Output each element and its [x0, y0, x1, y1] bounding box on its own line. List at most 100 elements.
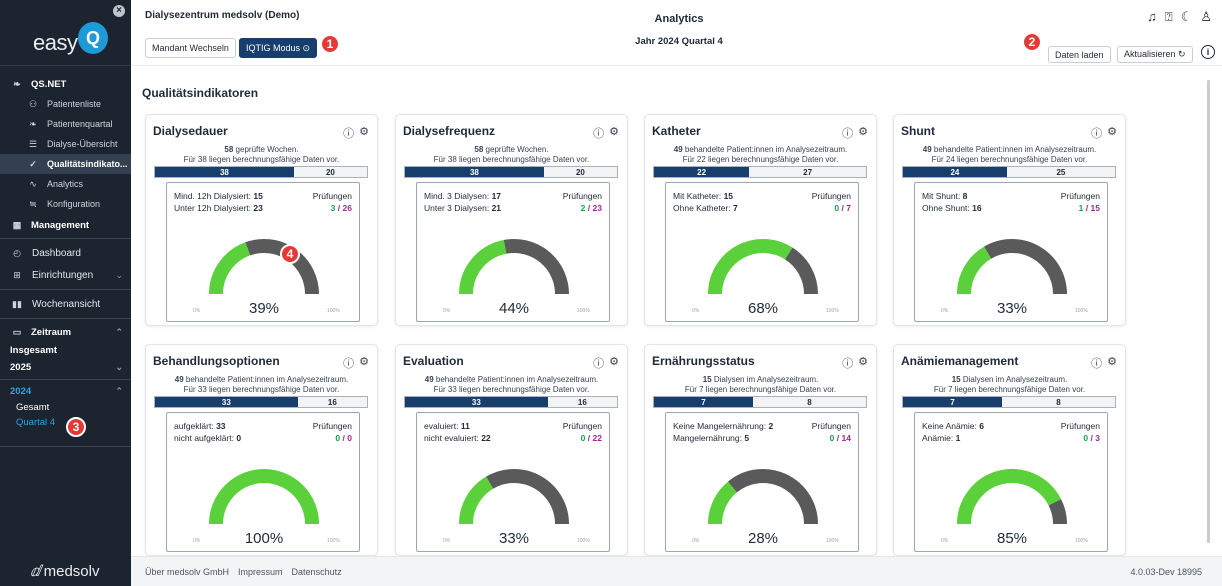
period-insgesamt[interactable]: Insgesamt: [0, 342, 131, 359]
close-sidebar-icon[interactable]: ×: [113, 5, 125, 17]
settings-icon[interactable]: ⚙: [858, 125, 868, 141]
settings-icon[interactable]: ⚙: [359, 125, 369, 141]
detail-label: Unter 12h Dialysiert:: [174, 203, 252, 213]
pruefungen-done: 0: [335, 433, 341, 443]
card-summary-line: 49 behandelte Patient:innen im Analyseze…: [396, 375, 627, 384]
indicator-card: Dialysefrequenz ⓘ ⚙ 58 geprüfte Wochen. …: [395, 114, 628, 326]
card-summary-count: 58: [224, 145, 234, 154]
detail-label: Mind. 12h Dialysiert:: [174, 191, 252, 201]
settings-icon[interactable]: ⚙: [1107, 125, 1117, 141]
info-icon[interactable]: ⓘ: [593, 125, 604, 141]
chevron-up-icon: ⌃: [115, 326, 123, 337]
user-icon[interactable]: ♙: [1200, 9, 1212, 25]
pruefungen-total: 3: [1095, 433, 1100, 443]
medsolv-logo-icon: ⅆ: [30, 563, 41, 580]
main-content: Qualitätsindikatoren Dialysedauer ⓘ ⚙ 58…: [131, 66, 1222, 556]
pruefungen-value: 2 / 23: [580, 203, 602, 213]
card-summary-text: behandelte Patient:innen im Analysezeitr…: [931, 145, 1097, 154]
info-icon[interactable]: ⓘ: [343, 355, 354, 371]
card-data-line: Für 33 liegen berechnungsfähige Daten vo…: [183, 385, 340, 394]
gauge-icon: ◴: [13, 247, 21, 258]
help-icon[interactable]: ⍰: [1165, 9, 1173, 25]
pruefungen-total: 7: [846, 203, 851, 213]
card-icons: ⓘ ⚙: [343, 355, 369, 371]
sidebar-item-wochenansicht[interactable]: ▮▮ Wochenansicht: [0, 293, 131, 315]
settings-icon[interactable]: ⚙: [359, 355, 369, 371]
settings-icon[interactable]: ⚙: [609, 125, 619, 141]
moon-icon[interactable]: ☾: [1181, 9, 1193, 25]
footer-link-about[interactable]: Über medsolv GmbH: [145, 567, 229, 577]
sidebar-section-management[interactable]: ▦ Management: [0, 215, 131, 235]
bar-segment-rest: 8: [1056, 397, 1061, 407]
sidebar-item-label: Dashboard: [32, 247, 81, 259]
gauge-max-label: 100%: [1075, 538, 1088, 544]
card-data-line: Für 7 liegen berechnungsfähige Daten vor…: [933, 385, 1086, 394]
gauge-max-label: 100%: [577, 538, 590, 544]
indicator-card: Ernährungsstatus ⓘ ⚙ 15 Dialysen im Anal…: [644, 344, 877, 556]
info-icon[interactable]: ⓘ: [1091, 125, 1102, 141]
detail-label: nicht aufgeklärt:: [174, 433, 235, 443]
indicator-detail-panel: Keine Anämie: 6 Anämie: 1 Prüfungen 0 / …: [914, 412, 1108, 552]
gauge-fill: [957, 246, 992, 295]
sidebar-item-qualitätsindikato[interactable]: ✓ Qualitätsindikato...: [0, 154, 131, 174]
info-icon[interactable]: ⓘ: [842, 355, 853, 371]
detail-value: 17: [491, 191, 502, 201]
mandant-wechseln-button[interactable]: Mandant Wechseln: [145, 38, 236, 58]
card-title: Anämiemanagement: [901, 354, 1019, 368]
aktualisieren-button[interactable]: Aktualisieren ↻: [1117, 46, 1193, 63]
info-icon[interactable]: ⓘ: [842, 125, 853, 141]
sidebar-item-label: Dialyse-Übersicht: [47, 139, 118, 149]
sidebar-section-label: Zeitraum: [31, 326, 72, 338]
indicator-detail-panel: Mit Shunt: 8 Ohne Shunt: 16 Prüfungen 1 …: [914, 182, 1108, 322]
footer-link-datenschutz[interactable]: Datenschutz: [292, 567, 342, 577]
detail-label: nicht evaluiert:: [424, 433, 479, 443]
sidebar-section-qsnet[interactable]: ❧ QS.NET: [0, 74, 131, 94]
card-summary-text: Dialysen im Analysezeitraum.: [960, 375, 1068, 384]
indicator-card: Anämiemanagement ⓘ ⚙ 15 Dialysen im Anal…: [893, 344, 1126, 556]
settings-icon[interactable]: ⚙: [858, 355, 868, 371]
kidney-icon: ❧: [13, 78, 21, 89]
gauge-chart: [957, 239, 1067, 295]
period-year-2024[interactable]: 2024 ⌃: [0, 383, 131, 400]
info-icon[interactable]: ⓘ: [593, 355, 604, 371]
sidebar: easy Q × ❧ QS.NET ⚇ Patientenliste ❧ Patien…: [0, 0, 131, 586]
sidebar-item-dialyse-übersicht[interactable]: ☰ Dialyse-Übersicht: [0, 134, 131, 154]
bar-segment-valid: 24: [903, 167, 1007, 177]
info-icon[interactable]: i: [1201, 45, 1215, 59]
sidebar-item-dashboard[interactable]: ◴ Dashboard: [0, 242, 131, 264]
calendar-icon: ▭: [12, 326, 22, 337]
info-icon[interactable]: ⓘ: [1091, 355, 1102, 371]
pruefungen-done: 1: [1078, 203, 1084, 213]
sidebar-item-patientenquartal[interactable]: ❧ Patientenquartal: [0, 114, 131, 134]
sidebar-item-einrichtungen[interactable]: ⊞ Einrichtungen ⌄: [0, 264, 131, 286]
sidebar-item-analytics[interactable]: ∿ Analytics: [0, 174, 131, 194]
info-icon[interactable]: ⓘ: [343, 125, 354, 141]
footer-link-impressum[interactable]: Impressum: [238, 567, 283, 577]
gauge-max-label: 100%: [1075, 308, 1088, 314]
scrollbar[interactable]: [1207, 80, 1210, 543]
pruefungen-label: Prüfungen: [811, 191, 851, 201]
period-gesamt[interactable]: Gesamt: [0, 400, 131, 415]
bell-icon[interactable]: ♫: [1147, 9, 1157, 25]
bar-segment-rest: 8: [807, 397, 812, 407]
iqtig-modus-button[interactable]: IQTIG Modus ⊙: [239, 38, 318, 58]
bar-segment-rest: 16: [577, 397, 587, 407]
sidebar-item-patientenliste[interactable]: ⚇ Patientenliste: [0, 94, 131, 114]
card-data-line: Für 22 liegen berechnungsfähige Daten vo…: [682, 155, 839, 164]
settings-icon[interactable]: ⚙: [609, 355, 619, 371]
period-year-2025[interactable]: 2025 ⌄: [0, 359, 131, 376]
sidebar-section-zeitraum[interactable]: ▭ Zeitraum ⌃: [0, 322, 131, 342]
pruefungen-value: 0 / 3: [1083, 433, 1100, 443]
settings-icon[interactable]: ⚙: [1107, 355, 1117, 371]
daten-laden-button[interactable]: Daten laden: [1048, 46, 1111, 63]
bar-segment-valid: 38: [405, 167, 544, 177]
divider: [0, 379, 131, 380]
pruefungen-value: 0 / 22: [580, 433, 602, 443]
detail-row-1: Mind. 12h Dialysiert: 15: [174, 191, 263, 201]
detail-value: 23: [253, 203, 263, 213]
sidebar-item-label: Analytics: [47, 179, 84, 189]
pruefungen-value: 0 / 0: [335, 433, 352, 443]
footer: Über medsolv GmbH Impressum Datenschutz …: [131, 556, 1222, 586]
gauge-chart: [459, 239, 569, 295]
sidebar-item-konfiguration[interactable]: ≒ Konfiguration: [0, 194, 131, 214]
